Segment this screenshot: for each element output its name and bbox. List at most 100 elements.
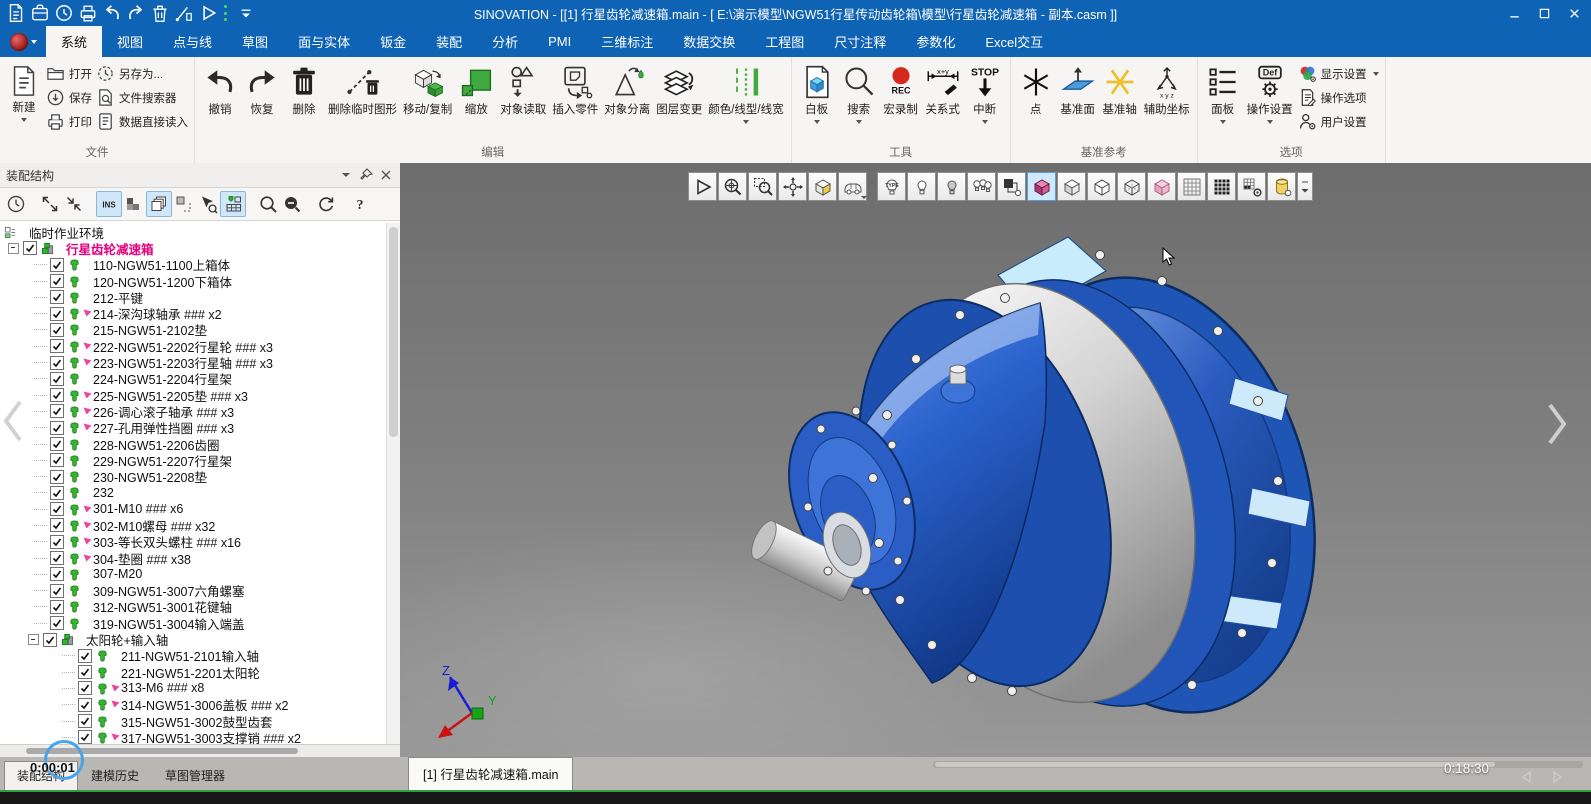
tree-checkbox[interactable] bbox=[50, 584, 64, 598]
tree-row[interactable]: 221-NGW51-2201太阳轮 bbox=[0, 664, 400, 680]
tree-checkbox[interactable] bbox=[50, 437, 64, 451]
insert-part-button[interactable]: 插入零件 bbox=[549, 60, 601, 119]
close-button[interactable] bbox=[1559, 0, 1589, 26]
insert-mode-button[interactable]: INS bbox=[96, 191, 122, 217]
maximize-button[interactable] bbox=[1529, 0, 1559, 26]
wireframe-button[interactable] bbox=[1117, 172, 1146, 201]
tree-row[interactable]: 212-平键 bbox=[0, 289, 400, 305]
tree-row[interactable]: 120-NGW51-1200下箱体 bbox=[0, 273, 400, 289]
light-off-button[interactable] bbox=[937, 172, 966, 201]
ground-shadow-button[interactable] bbox=[997, 172, 1026, 201]
hidden-line-button[interactable] bbox=[1087, 172, 1116, 201]
redo-button[interactable]: 恢复 bbox=[241, 60, 283, 119]
delete-button[interactable]: 删除 bbox=[283, 60, 325, 119]
interrupt-button[interactable]: STOP 中断 bbox=[964, 60, 1006, 126]
tree-row[interactable]: 315-NGW51-3002鼓型齿套 bbox=[0, 713, 400, 729]
tree-row[interactable]: 227-孔用弹性挡圈 ### x3 bbox=[0, 420, 400, 436]
shade-white-button[interactable] bbox=[1057, 172, 1086, 201]
menu-tab-钣金[interactable]: 钣金 bbox=[365, 26, 421, 57]
operation-settings-button[interactable]: Def 操作设置 bbox=[1244, 60, 1296, 126]
tree-checkbox[interactable] bbox=[23, 241, 37, 255]
tree-row[interactable]: 214-深沟球轴承 ### x2 bbox=[0, 305, 400, 321]
tree-row[interactable]: 215-NGW51-2102垫 bbox=[0, 322, 400, 338]
help-tree-button[interactable]: ? bbox=[348, 192, 372, 216]
next-page-chevron[interactable] bbox=[1546, 401, 1568, 447]
tree-row[interactable]: 309-NGW51-3007六角螺塞 bbox=[0, 583, 400, 599]
run-button[interactable] bbox=[198, 3, 218, 23]
tree-row[interactable]: 222-NGW51-2202行星轮 ### x3 bbox=[0, 338, 400, 354]
open-button[interactable]: 打开 bbox=[44, 63, 94, 84]
menu-tab-分析[interactable]: 分析 bbox=[477, 26, 533, 57]
operation-options-button[interactable]: 操作选项 bbox=[1296, 87, 1381, 108]
prev-page-chevron[interactable] bbox=[2, 398, 24, 444]
run-sim-button[interactable] bbox=[688, 172, 717, 201]
display-settings-button[interactable]: 显示设置 bbox=[1296, 63, 1381, 84]
package-button[interactable] bbox=[30, 3, 50, 23]
tree-row[interactable]: 232 bbox=[0, 485, 400, 501]
new-button[interactable]: 新建 bbox=[4, 60, 44, 124]
material-light-button[interactable] bbox=[1267, 172, 1296, 201]
tree-row[interactable]: 319-NGW51-3004输入端盖 bbox=[0, 615, 400, 631]
tree-checkbox[interactable] bbox=[50, 551, 64, 565]
undo-button[interactable] bbox=[102, 3, 122, 23]
grid-dense-button[interactable] bbox=[1207, 172, 1236, 201]
whiteboard-button[interactable]: 白板 bbox=[796, 60, 838, 126]
layer-change-button[interactable]: 图层变更 bbox=[653, 60, 705, 119]
tree-row[interactable]: 临时作业环境 bbox=[0, 224, 400, 240]
menu-tab-三维标注[interactable]: 三维标注 bbox=[586, 26, 668, 57]
tree-row[interactable]: 太阳轮+输入轴 bbox=[0, 631, 400, 647]
light-on-button[interactable] bbox=[907, 172, 936, 201]
panel-tab-草图管理器[interactable]: 草图管理器 bbox=[152, 761, 238, 790]
menu-tab-面与实体[interactable]: 面与实体 bbox=[283, 26, 365, 57]
menu-tab-工程图[interactable]: 工程图 bbox=[750, 26, 819, 57]
tree-checkbox[interactable] bbox=[50, 421, 64, 435]
tree-checkbox[interactable] bbox=[50, 356, 64, 370]
menu-tab-系统[interactable]: 系统 bbox=[46, 26, 102, 57]
tree-checkbox[interactable] bbox=[50, 290, 64, 304]
tree-checkbox[interactable] bbox=[50, 453, 64, 467]
zoom-extents-button[interactable] bbox=[718, 172, 747, 201]
user-settings-button[interactable]: 用户设置 bbox=[1296, 111, 1381, 132]
pan-button[interactable] bbox=[778, 172, 807, 201]
save-as-button[interactable]: 另存为... bbox=[94, 63, 190, 84]
menu-tab-参数化[interactable]: 参数化 bbox=[901, 26, 970, 57]
select-parts-button[interactable] bbox=[172, 192, 196, 216]
menu-tab-视图[interactable]: 视图 bbox=[102, 26, 158, 57]
tree-checkbox[interactable] bbox=[50, 388, 64, 402]
menu-tab-装配[interactable]: 装配 bbox=[421, 26, 477, 57]
delete-temp-graphics-button[interactable]: 删除临时图形 bbox=[325, 60, 400, 119]
tree-checkbox[interactable] bbox=[50, 600, 64, 614]
chevron-down-icon[interactable] bbox=[338, 167, 354, 183]
scale-button[interactable]: 缩放 bbox=[455, 60, 497, 119]
3d-viewport[interactable]: TYPE Z Y bbox=[400, 163, 1591, 757]
zoom-out-tree-button[interactable] bbox=[280, 192, 304, 216]
menu-tab-Excel交互[interactable]: Excel交互 bbox=[970, 26, 1058, 57]
datum-axis-button[interactable]: 基准轴 bbox=[1099, 60, 1141, 119]
aux-coordinate-button[interactable]: x y z 辅助坐标 bbox=[1141, 60, 1193, 119]
tree-vertical-scrollbar[interactable] bbox=[386, 223, 400, 745]
tree-checkbox[interactable] bbox=[50, 502, 64, 516]
tree-expander-icon[interactable] bbox=[28, 634, 39, 645]
tree-checkbox[interactable] bbox=[50, 518, 64, 532]
panel-tab-建模历史[interactable]: 建模历史 bbox=[78, 761, 152, 790]
view-cube-button[interactable] bbox=[808, 172, 837, 201]
tree-row[interactable]: 314-NGW51-3006盖板 ### x2 bbox=[0, 697, 400, 713]
drive-view-button[interactable] bbox=[838, 172, 867, 201]
file-searcher-button[interactable]: 文件搜索器 bbox=[94, 87, 190, 108]
datum-plane-button[interactable]: 基准面 bbox=[1057, 60, 1099, 119]
tree-row[interactable]: 301-M10 ### x6 bbox=[0, 501, 400, 517]
tree-checkbox[interactable] bbox=[50, 404, 64, 418]
tree-checkbox[interactable] bbox=[43, 633, 57, 647]
tree-row[interactable]: 228-NGW51-2206齿圈 bbox=[0, 436, 400, 452]
tree-checkbox[interactable] bbox=[50, 486, 64, 500]
print-button[interactable]: 打印 bbox=[44, 111, 94, 132]
print-button[interactable] bbox=[78, 3, 98, 23]
close-icon[interactable] bbox=[378, 167, 394, 183]
tree-row[interactable]: 230-NGW51-2208垫 bbox=[0, 468, 400, 484]
tree-row[interactable]: 304-垫圈 ### x38 bbox=[0, 550, 400, 566]
tree-checkbox[interactable] bbox=[50, 372, 64, 386]
menu-tab-PMI[interactable]: PMI bbox=[533, 26, 586, 57]
tree-row[interactable]: 行星齿轮减速箱 bbox=[0, 240, 400, 256]
grid-fine-button[interactable] bbox=[1177, 172, 1206, 201]
tree-row[interactable]: 223-NGW51-2203行星轴 ### x3 bbox=[0, 354, 400, 370]
